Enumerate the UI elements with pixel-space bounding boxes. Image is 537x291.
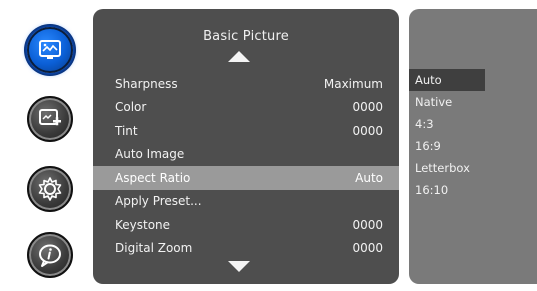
settings-icon[interactable]: [27, 166, 73, 212]
menu-row-value: 0000: [352, 100, 383, 115]
options-list: Auto Native 4:3 16:9 Letterbox 16:10: [409, 69, 537, 201]
menu-row-sharpness[interactable]: Sharpness Maximum: [93, 72, 399, 96]
option-letterbox[interactable]: Letterbox: [409, 157, 537, 179]
option-4-3[interactable]: 4:3: [409, 113, 537, 135]
menu-row-digital-zoom[interactable]: Digital Zoom 0000: [93, 237, 399, 261]
menu-row-color[interactable]: Color 0000: [93, 96, 399, 120]
basic-picture-menu: Basic Picture Sharpness Maximum Color 00…: [93, 9, 399, 284]
basic-picture-icon[interactable]: [27, 27, 73, 73]
option-16-9[interactable]: 16:9: [409, 135, 537, 157]
info-icon[interactable]: [27, 232, 73, 278]
menu-row-label: Digital Zoom: [115, 241, 193, 256]
menu-row-label: Tint: [115, 123, 138, 138]
menu-row-label: Apply Preset...: [115, 194, 202, 209]
menu-row-tint[interactable]: Tint 0000: [93, 119, 399, 143]
scroll-up-arrow-icon[interactable]: [228, 51, 250, 62]
menu-row-value: 0000: [352, 241, 383, 256]
scroll-down-arrow-icon[interactable]: [228, 261, 250, 272]
option-native[interactable]: Native: [409, 91, 537, 113]
menu-row-apply-preset[interactable]: Apply Preset...: [93, 190, 399, 214]
menu-row-auto-image[interactable]: Auto Image: [93, 143, 399, 167]
menu-row-aspect-ratio[interactable]: Aspect Ratio Auto: [93, 166, 399, 190]
menu-row-label: Color: [115, 100, 147, 115]
menu-row-value: Maximum: [323, 76, 383, 91]
menu-row-value: 0000: [352, 123, 383, 138]
menu-row-label: Aspect Ratio: [115, 170, 191, 185]
menu-row-value: Auto: [355, 170, 383, 185]
option-auto[interactable]: Auto: [409, 69, 485, 91]
menu-row-keystone[interactable]: Keystone 0000: [93, 213, 399, 237]
menu-row-value: 0000: [352, 217, 383, 232]
menu-title: Basic Picture: [203, 29, 289, 44]
menu-row-label: Sharpness: [115, 76, 178, 91]
option-16-10[interactable]: 16:10: [409, 179, 537, 201]
aspect-ratio-options-panel: Auto Native 4:3 16:9 Letterbox 16:10: [409, 9, 537, 284]
menu-category-rail: [0, 0, 90, 291]
menu-rows: Sharpness Maximum Color 0000 Tint 0000 A…: [93, 72, 399, 260]
advanced-picture-icon[interactable]: [27, 96, 73, 142]
menu-row-label: Keystone: [115, 217, 171, 232]
menu-row-label: Auto Image: [115, 147, 185, 162]
